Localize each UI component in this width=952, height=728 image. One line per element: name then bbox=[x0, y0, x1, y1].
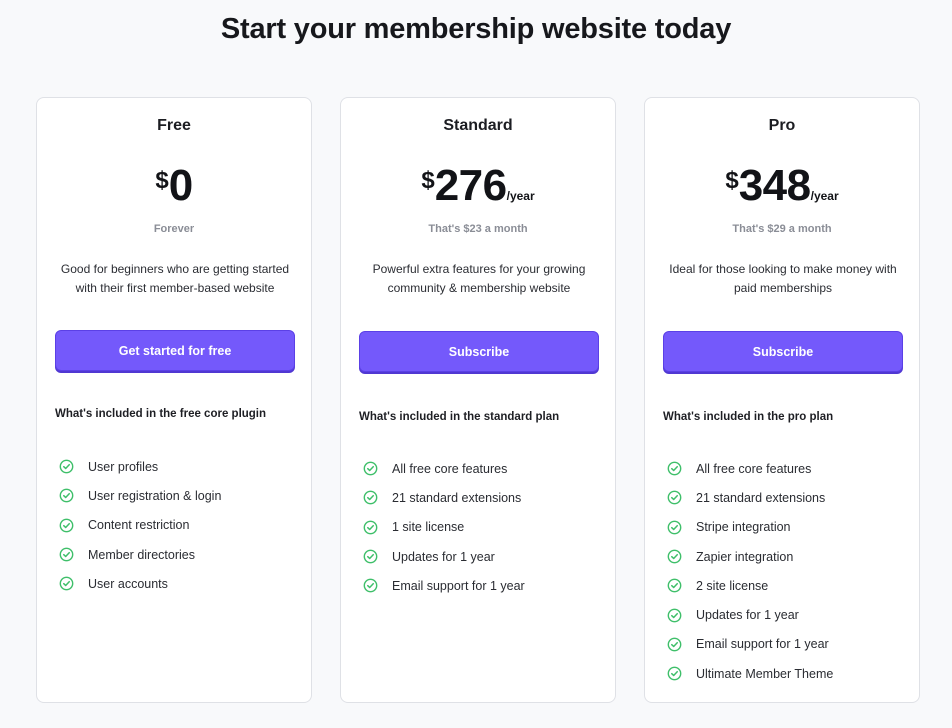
feature-item: User accounts bbox=[59, 569, 299, 598]
feature-item: Member directories bbox=[59, 540, 299, 569]
feature-item: 2 site license bbox=[667, 571, 907, 600]
price-period: /year bbox=[506, 189, 535, 203]
price-currency: $ bbox=[725, 167, 739, 194]
included-heading: What's included in the free core plugin bbox=[55, 408, 267, 420]
plan-price: $348/year bbox=[645, 164, 919, 208]
feature-label: All free core features bbox=[696, 461, 812, 476]
page-title: Start your membership website today bbox=[220, 13, 732, 45]
check-circle-icon bbox=[363, 520, 378, 535]
check-circle-icon bbox=[667, 461, 682, 476]
check-circle-icon bbox=[667, 578, 682, 593]
feature-list: User profiles User registration & login Co… bbox=[59, 452, 299, 598]
included-heading: What's included in the standard plan bbox=[359, 411, 560, 423]
feature-label: User accounts bbox=[88, 576, 168, 591]
feature-label: Stripe integration bbox=[696, 520, 791, 535]
feature-list: All free core features 21 standard extens… bbox=[667, 454, 907, 688]
price-currency: $ bbox=[421, 167, 435, 194]
plan-card-pro: Pro $348/year That's $29 a month Ideal f… bbox=[644, 97, 920, 703]
feature-label: User profiles bbox=[88, 459, 159, 474]
check-circle-icon bbox=[59, 459, 74, 474]
feature-label: Updates for 1 year bbox=[392, 549, 495, 564]
check-circle-icon bbox=[363, 461, 378, 476]
feature-label: Content restriction bbox=[88, 518, 190, 533]
feature-label: User registration & login bbox=[88, 488, 222, 503]
price-subtext: That's $23 a month bbox=[428, 223, 528, 235]
check-circle-icon bbox=[667, 549, 682, 564]
feature-label: Ultimate Member Theme bbox=[696, 666, 834, 681]
feature-item: All free core features bbox=[667, 454, 907, 483]
price-currency: $ bbox=[155, 167, 169, 194]
feature-item: All free core features bbox=[363, 454, 603, 483]
feature-item: Updates for 1 year bbox=[363, 542, 603, 571]
feature-item: Email support for 1 year bbox=[363, 571, 603, 600]
feature-item: User registration & login bbox=[59, 481, 299, 510]
subscribe-pro-button[interactable]: Subscribe bbox=[663, 331, 903, 372]
check-circle-icon bbox=[667, 520, 682, 535]
pricing-plans: Free $0 Forever Good for beginners who a… bbox=[36, 97, 922, 705]
feature-item: User profiles bbox=[59, 452, 299, 481]
check-circle-icon bbox=[59, 547, 74, 562]
check-circle-icon bbox=[363, 490, 378, 505]
plan-card-standard: Standard $276/year That's $23 a month Po… bbox=[340, 97, 616, 703]
check-circle-icon bbox=[59, 576, 74, 591]
subscribe-standard-button[interactable]: Subscribe bbox=[359, 331, 599, 372]
feature-item: Content restriction bbox=[59, 511, 299, 540]
price-amount: 348 bbox=[738, 161, 811, 210]
feature-label: Updates for 1 year bbox=[696, 608, 799, 623]
plan-price: $0 bbox=[37, 164, 311, 208]
plan-card-free: Free $0 Forever Good for beginners who a… bbox=[36, 97, 312, 703]
plan-description: Good for beginners who are getting start… bbox=[60, 262, 290, 295]
price-subtext: That's $29 a month bbox=[732, 223, 832, 235]
check-circle-icon bbox=[667, 490, 682, 505]
check-circle-icon bbox=[363, 549, 378, 564]
feature-label: 2 site license bbox=[696, 578, 769, 593]
check-circle-icon bbox=[363, 578, 378, 593]
feature-label: Email support for 1 year bbox=[392, 578, 525, 593]
plan-description: Powerful extra features for your growing… bbox=[372, 262, 586, 295]
feature-label: Zapier integration bbox=[696, 549, 794, 564]
price-subtext: Forever bbox=[153, 223, 195, 235]
plan-name: Free bbox=[157, 117, 191, 134]
feature-item: Email support for 1 year bbox=[667, 630, 907, 659]
feature-item: Updates for 1 year bbox=[667, 600, 907, 629]
plan-name: Standard bbox=[443, 117, 513, 134]
feature-list: All free core features 21 standard extens… bbox=[363, 454, 603, 600]
price-period: /year bbox=[810, 189, 839, 203]
plan-name: Pro bbox=[768, 117, 796, 134]
feature-item: Ultimate Member Theme bbox=[667, 659, 907, 688]
check-circle-icon bbox=[59, 488, 74, 503]
check-circle-icon bbox=[667, 608, 682, 623]
feature-label: 21 standard extensions bbox=[392, 490, 522, 505]
feature-label: All free core features bbox=[392, 461, 508, 476]
feature-item: Zapier integration bbox=[667, 542, 907, 571]
feature-label: Email support for 1 year bbox=[696, 637, 829, 652]
feature-label: 21 standard extensions bbox=[696, 490, 826, 505]
price-amount: 276 bbox=[434, 161, 507, 210]
get-started-free-button[interactable]: Get started for free bbox=[55, 330, 295, 371]
check-circle-icon bbox=[667, 666, 682, 681]
feature-item: Stripe integration bbox=[667, 513, 907, 542]
check-circle-icon bbox=[59, 518, 74, 533]
feature-label: Member directories bbox=[88, 547, 195, 562]
plan-price: $276/year bbox=[341, 164, 615, 208]
feature-item: 21 standard extensions bbox=[363, 483, 603, 512]
feature-label: 1 site license bbox=[392, 520, 465, 535]
plan-description: Ideal for those looking to make money wi… bbox=[669, 262, 897, 295]
feature-item: 1 site license bbox=[363, 513, 603, 542]
check-circle-icon bbox=[667, 637, 682, 652]
included-heading: What's included in the pro plan bbox=[663, 411, 834, 423]
feature-item: 21 standard extensions bbox=[667, 483, 907, 512]
price-amount: 0 bbox=[168, 161, 193, 210]
